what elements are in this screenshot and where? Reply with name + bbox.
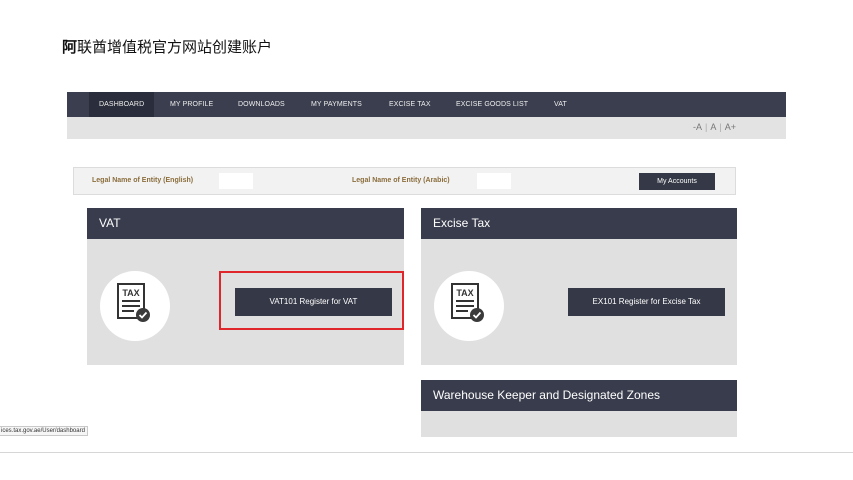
entity-arabic-label: Legal Name of Entity (Arabic)	[352, 177, 450, 184]
warehouse-panel: Warehouse Keeper and Designated Zones	[421, 380, 737, 437]
checkmark-icon	[136, 308, 150, 322]
nav-dashboard[interactable]: DASHBOARD	[89, 92, 155, 117]
tax-icon-label: TAX	[456, 288, 473, 298]
vat-tax-icon-badge: TAX	[100, 271, 170, 341]
bottom-divider	[0, 452, 853, 453]
nav-my-profile[interactable]: MY PROFILE	[170, 92, 213, 117]
font-separator: |	[719, 122, 722, 132]
font-size-controls: -A | A | A+	[693, 122, 736, 132]
slide-title-lead: 阿	[62, 38, 78, 56]
excise-panel-title: Excise Tax	[421, 208, 737, 239]
warehouse-panel-title: Warehouse Keeper and Designated Zones	[421, 380, 737, 411]
nav-downloads[interactable]: DOWNLOADS	[238, 92, 285, 117]
entity-english-value	[219, 173, 253, 189]
font-normal-button[interactable]: A	[710, 122, 716, 132]
ex101-register-button[interactable]: EX101 Register for Excise Tax	[568, 288, 725, 316]
tax-document-icon: TAX	[451, 283, 484, 322]
top-nav: DASHBOARD MY PROFILE DOWNLOADS MY PAYMEN…	[67, 92, 786, 117]
excise-tax-icon-badge: TAX	[434, 271, 504, 341]
checkmark-icon	[470, 308, 484, 322]
slide-title-text: 联酋增值税官方网站创建账户	[77, 38, 273, 56]
highlight-annotation	[219, 271, 404, 330]
font-decrease-button[interactable]: -A	[693, 122, 702, 132]
vat-panel-title: VAT	[87, 208, 404, 239]
excise-panel: Excise Tax TAX EX101 Register for Excise…	[421, 208, 737, 365]
utility-bar: -A | A | A+	[67, 117, 786, 139]
my-accounts-button[interactable]: My Accounts	[639, 173, 715, 190]
nav-excise-tax[interactable]: EXCISE TAX	[389, 92, 431, 117]
font-separator: |	[705, 122, 708, 132]
slide-title: 阿联酋增值税官方网站创建账户	[62, 36, 272, 57]
entity-english-label: Legal Name of Entity (English)	[92, 177, 194, 184]
font-increase-button[interactable]: A+	[725, 122, 736, 132]
nav-vat[interactable]: VAT	[554, 92, 567, 117]
nav-excise-goods-list[interactable]: EXCISE GOODS LIST	[456, 92, 528, 117]
nav-my-payments[interactable]: MY PAYMENTS	[311, 92, 362, 117]
tax-icon-label: TAX	[122, 288, 139, 298]
entity-arabic-value	[477, 173, 511, 189]
status-bar-url: ices.tax.gov.ae/User/dashboard	[0, 426, 88, 436]
entity-info-bar: Legal Name of Entity (English) Legal Nam…	[73, 167, 736, 195]
tax-document-icon: TAX	[117, 283, 150, 322]
